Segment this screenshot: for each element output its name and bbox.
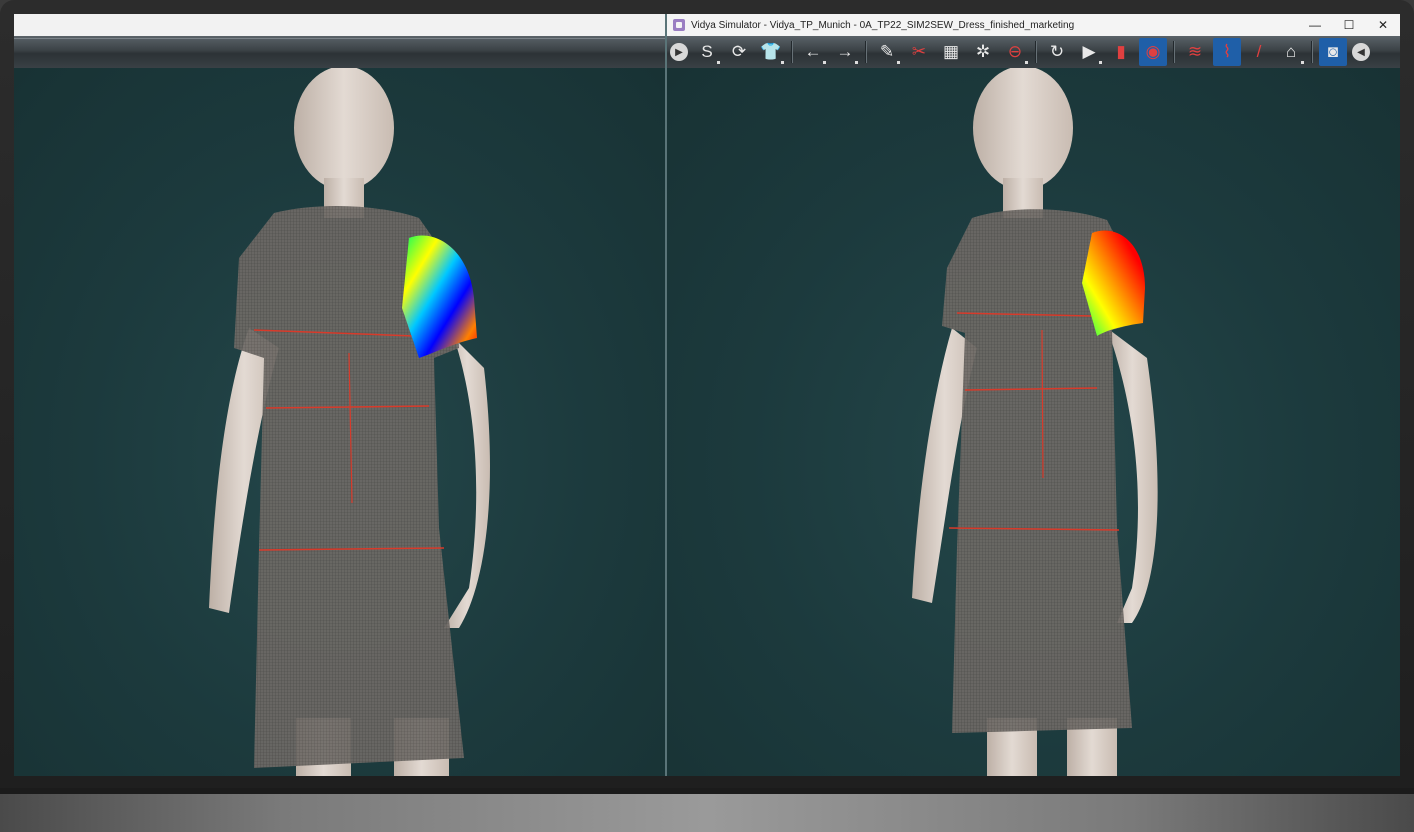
measure-icon[interactable]: ≋: [1181, 38, 1209, 66]
toolbar-separator: [1035, 41, 1037, 63]
expand-left-icon[interactable]: ▶: [670, 43, 688, 61]
toolbar-separator: [1173, 41, 1175, 63]
left-avatar-render: [209, 68, 490, 776]
left-window-toolbar: [14, 36, 666, 69]
sewing-icon[interactable]: ✂: [905, 38, 933, 66]
close-button[interactable]: ✕: [1366, 14, 1400, 36]
cut-icon[interactable]: ⊖: [1001, 38, 1029, 66]
camera-icon[interactable]: ◙: [1319, 38, 1347, 66]
strain-map-icon[interactable]: ◉: [1139, 38, 1167, 66]
collapse-right-icon[interactable]: ◀: [1352, 43, 1370, 61]
simulate-icon[interactable]: S: [693, 38, 721, 66]
undo-icon[interactable]: ←: [799, 38, 827, 66]
right-avatar-render: [912, 68, 1158, 776]
explode-icon[interactable]: ✲: [969, 38, 997, 66]
right-window-titlebar: Vidya Simulator - Vidya_TP_Munich - 0A_T…: [667, 14, 1400, 37]
toolbar-separator: [865, 41, 867, 63]
toolbar-separator: [1311, 41, 1313, 63]
iron-icon[interactable]: ⌂: [1277, 38, 1305, 66]
refresh-icon[interactable]: ↻: [1043, 38, 1071, 66]
reset-icon[interactable]: ⟳: [725, 38, 753, 66]
left-3d-viewport[interactable]: [14, 68, 666, 776]
window-controls: — ☐ ✕: [1298, 14, 1400, 36]
minimize-button[interactable]: —: [1298, 14, 1332, 36]
play-icon[interactable]: ▶: [1075, 38, 1103, 66]
left-window-titlebar: [14, 14, 666, 37]
garment-icon[interactable]: 👕: [757, 38, 785, 66]
pin-icon[interactable]: ✎: [873, 38, 901, 66]
app-icon: [673, 19, 685, 31]
pattern-icon[interactable]: ▦: [937, 38, 965, 66]
right-3d-viewport[interactable]: [667, 68, 1400, 776]
maximize-button[interactable]: ☐: [1332, 14, 1366, 36]
pen-icon[interactable]: /: [1245, 38, 1273, 66]
window-title: Vidya Simulator - Vidya_TP_Munich - 0A_T…: [691, 19, 1075, 31]
screen: Vidya Simulator - Vidya_TP_Munich - 0A_T…: [14, 14, 1400, 776]
main-toolbar: ▶ S ⟳ 👕 ← → ✎ ✂ ▦ ✲ ⊖ ↻ ▶ ▮ ◉ ≋ ⌇ / ⌂ ◙ …: [667, 36, 1400, 69]
toolbar-separator: [791, 41, 793, 63]
tape-icon[interactable]: ⌇: [1213, 38, 1241, 66]
fabric-icon[interactable]: ▮: [1107, 38, 1135, 66]
redo-icon[interactable]: →: [831, 38, 859, 66]
monitor-stand-bar: [0, 788, 1414, 832]
